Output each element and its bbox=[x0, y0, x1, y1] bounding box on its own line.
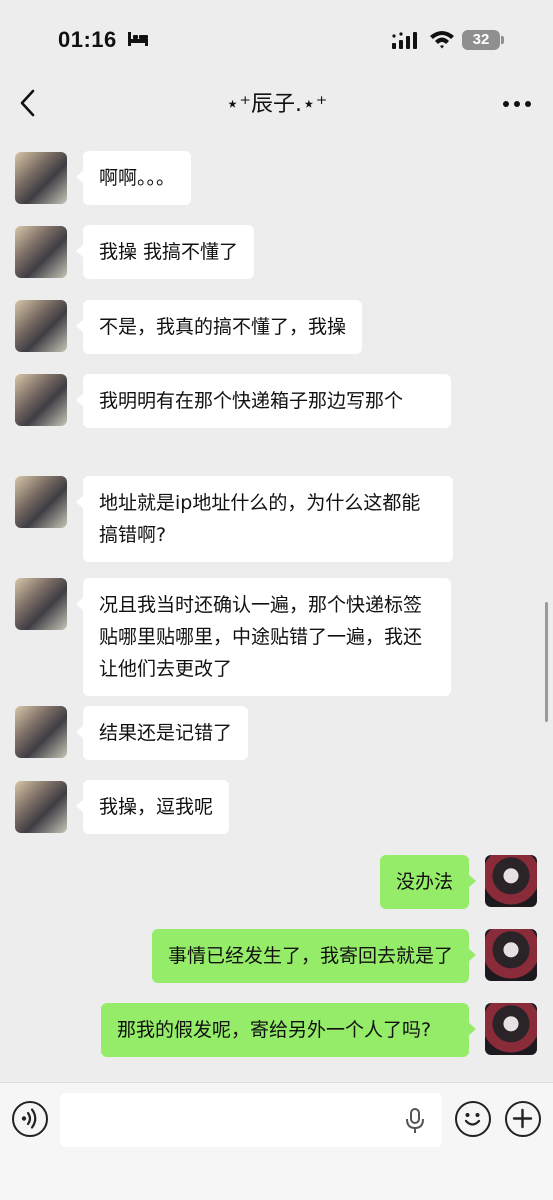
message-input[interactable] bbox=[60, 1093, 442, 1147]
plus-glyph-icon bbox=[512, 1108, 533, 1129]
message-bubble-received[interactable]: 啊啊。。。 bbox=[75, 151, 192, 205]
avatar[interactable] bbox=[15, 706, 67, 758]
battery-indicator: 32 bbox=[462, 30, 500, 50]
avatar[interactable] bbox=[15, 578, 67, 630]
cellular-signal-icon bbox=[392, 32, 417, 49]
battery-tip bbox=[501, 36, 504, 44]
chat-header: ⋆⁺辰子.⋆⁺ bbox=[0, 78, 553, 128]
smile-face-icon bbox=[464, 1113, 481, 1126]
input-bar bbox=[0, 1082, 553, 1200]
message-bubble-received[interactable]: 我明明有在那个快递箱子那边写那个 bbox=[76, 374, 451, 428]
avatar[interactable] bbox=[15, 781, 67, 833]
avatar[interactable] bbox=[15, 300, 67, 352]
message-bubble-received[interactable]: 地址就是ip地址什么的，为什么这都能搞错啊? bbox=[76, 476, 453, 562]
message-bubble-received[interactable]: 况且我当时还确认一遍，那个快递标签贴哪里贴哪里，中途贴错了一遍，我还让他们去更改… bbox=[76, 578, 451, 696]
emoji-icon[interactable] bbox=[455, 1101, 491, 1137]
avatar[interactable] bbox=[15, 152, 67, 204]
voice-wave-icon bbox=[21, 1108, 37, 1129]
scrollbar[interactable] bbox=[545, 602, 548, 722]
chat-title[interactable]: ⋆⁺辰子.⋆⁺ bbox=[0, 86, 553, 118]
message-bubble-received[interactable]: 我操，逗我呢 bbox=[75, 780, 230, 834]
message-bubble-received[interactable]: 我操 我搞不懂了 bbox=[75, 225, 255, 279]
avatar[interactable] bbox=[15, 374, 67, 426]
wifi-icon bbox=[430, 31, 454, 49]
message-bubble-received[interactable]: 结果还是记错了 bbox=[75, 706, 249, 760]
message-bubble-sent[interactable]: 事情已经发生了，我寄回去就是了 bbox=[151, 929, 477, 983]
message-bubble-sent[interactable]: 那我的假发呢，寄给另外一个人了吗? bbox=[101, 1003, 476, 1057]
avatar[interactable] bbox=[15, 476, 67, 528]
message-list[interactable]: 啊啊。。。 我操 我搞不懂了 不是，我真的搞不懂了，我操 我明明有在那个快递箱子… bbox=[0, 128, 553, 1082]
message-bubble-sent[interactable]: 没办法 bbox=[379, 855, 477, 909]
status-time: 01:16 bbox=[58, 27, 117, 52]
avatar[interactable] bbox=[485, 1003, 537, 1055]
voice-mode-icon[interactable] bbox=[12, 1101, 48, 1137]
ellipsis-icon[interactable] bbox=[500, 88, 534, 118]
message-bubble-received[interactable]: 不是，我真的搞不懂了，我操 bbox=[75, 300, 363, 354]
avatar[interactable] bbox=[485, 929, 537, 981]
avatar[interactable] bbox=[485, 855, 537, 907]
status-bar: 01:16 32 bbox=[0, 0, 553, 78]
plus-icon[interactable] bbox=[505, 1101, 541, 1137]
avatar[interactable] bbox=[15, 226, 67, 278]
sleep-focus-icon bbox=[128, 32, 148, 46]
microphone-icon[interactable] bbox=[404, 1107, 426, 1135]
